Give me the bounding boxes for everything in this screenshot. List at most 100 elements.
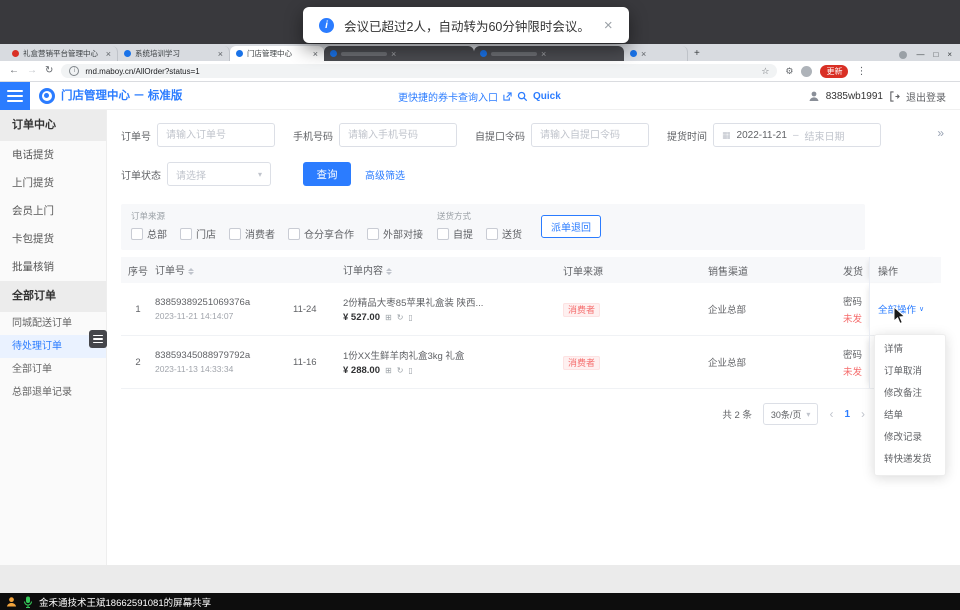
sidebar-item-card-pickup[interactable]: 卡包提货 bbox=[0, 225, 106, 253]
sidebar-section-order-center[interactable]: 订单中心 bbox=[0, 110, 106, 141]
window-close-button[interactable] bbox=[947, 50, 952, 59]
header-order-no[interactable]: 订单号 bbox=[155, 262, 293, 278]
checkbox-icon bbox=[229, 228, 241, 240]
sidebar-item-member-visit[interactable]: 会员上门 bbox=[0, 197, 106, 225]
browser-tab-1[interactable]: 礼盒营销平台管理中心 bbox=[6, 46, 118, 61]
window-maximize-button[interactable] bbox=[933, 50, 938, 59]
sidebar-item-door-pickup[interactable]: 上门提货 bbox=[0, 169, 106, 197]
forward-icon[interactable] bbox=[27, 66, 37, 76]
menu-item-switch-express[interactable]: 转快递发货 bbox=[875, 449, 945, 471]
phone-label: 手机号码 bbox=[293, 128, 333, 143]
tab-close-icon[interactable] bbox=[106, 49, 111, 59]
header-label: 订单内容 bbox=[343, 266, 383, 277]
chevron-down-icon bbox=[258, 170, 262, 179]
sidebar-section-all-orders[interactable]: 全部订单 bbox=[0, 281, 106, 312]
profile-avatar[interactable] bbox=[801, 66, 812, 77]
page-size-select[interactable]: 30条/页 bbox=[763, 403, 819, 425]
pickup-code-label: 自提口令码 bbox=[475, 128, 525, 143]
browser-profile-icon[interactable] bbox=[899, 51, 907, 59]
header-content[interactable]: 订单内容 bbox=[343, 262, 563, 278]
participant-icon bbox=[6, 596, 17, 607]
logout-button[interactable]: 退出登录 bbox=[906, 89, 946, 104]
order-no-text: 83859389251069376a bbox=[155, 297, 287, 308]
window-minimize-button[interactable] bbox=[916, 50, 924, 59]
tab-close-icon[interactable] bbox=[218, 49, 223, 59]
username: 8385wb1991 bbox=[826, 91, 883, 102]
favicon-icon bbox=[630, 50, 637, 57]
url-bar[interactable]: rnd.maboy.cn/AllOrder?status=1 bbox=[61, 64, 777, 78]
sidebar-item-phone-pickup[interactable]: 电话提货 bbox=[0, 141, 106, 169]
browser-tab-dark-2[interactable] bbox=[474, 46, 624, 61]
table-row[interactable]: 2 83859345088979792a 2023-11-13 14:33:34… bbox=[121, 336, 941, 389]
sort-icon[interactable] bbox=[386, 265, 392, 278]
checkbox-hq[interactable]: 总部 bbox=[131, 226, 167, 241]
main-content: 订单号 手机号码 自提口令码 提货时间 2022-11-21 – 结束日期 bbox=[107, 110, 960, 565]
sidebar-item-batch-writeoff[interactable]: 批量核销 bbox=[0, 253, 106, 281]
table-row[interactable]: 1 83859389251069376a 2023-11-21 14:14:07… bbox=[121, 283, 941, 336]
checkbox-external[interactable]: 外部对接 bbox=[367, 226, 423, 241]
tab-title-placeholder bbox=[491, 52, 537, 56]
app-logo bbox=[39, 88, 55, 104]
update-button[interactable]: 更新 bbox=[820, 65, 848, 78]
pickup-date-range-picker[interactable]: 2022-11-21 – 结束日期 bbox=[713, 123, 881, 147]
search-button[interactable]: 查询 bbox=[303, 162, 351, 186]
browser-menu-icon[interactable] bbox=[856, 66, 866, 77]
dispatch-return-button[interactable]: 派单退回 bbox=[541, 215, 601, 238]
date-end-placeholder: 结束日期 bbox=[805, 128, 845, 143]
favicon-icon bbox=[236, 50, 243, 57]
tab-close-icon[interactable] bbox=[641, 49, 646, 59]
cell-pickup-date: 11-24 bbox=[293, 304, 343, 315]
advanced-filter-link[interactable]: 高级筛选 bbox=[365, 167, 405, 182]
browser-tab-2[interactable]: 系统培训学习 bbox=[118, 46, 230, 61]
toast-close-icon[interactable]: × bbox=[604, 17, 613, 34]
tab-close-icon[interactable] bbox=[541, 49, 546, 59]
bookmark-star-icon[interactable] bbox=[761, 66, 769, 77]
new-tab-button[interactable] bbox=[694, 48, 700, 59]
checkbox-store[interactable]: 门店 bbox=[180, 226, 216, 241]
collapse-panel-icon[interactable] bbox=[937, 126, 944, 140]
order-source-label: 订单来源 bbox=[131, 210, 165, 222]
tab-close-icon[interactable] bbox=[313, 49, 318, 59]
pickup-code-input[interactable] bbox=[531, 123, 649, 147]
tab-close-icon[interactable] bbox=[391, 49, 396, 59]
reload-icon[interactable] bbox=[45, 66, 53, 76]
source-filter-panel: 订单来源 总部 门店 消费者 仓分享合作 bbox=[121, 204, 865, 250]
cell-order-no: 83859345088979792a 2023-11-13 14:33:34 bbox=[155, 350, 293, 374]
order-no-input[interactable] bbox=[157, 123, 275, 147]
quick-search-link[interactable]: Quick bbox=[533, 91, 561, 102]
menu-item-change-log[interactable]: 修改记录 bbox=[875, 427, 945, 449]
extensions-icon[interactable] bbox=[785, 66, 793, 77]
browser-tab-dark-1[interactable] bbox=[324, 46, 474, 61]
browser-tab-active[interactable]: 门店管理中心 bbox=[230, 46, 324, 61]
menu-item-cancel-order[interactable]: 订单取消 bbox=[875, 361, 945, 383]
menu-item-settle[interactable]: 结单 bbox=[875, 405, 945, 427]
checkbox-icon bbox=[180, 228, 192, 240]
float-list-tool[interactable] bbox=[89, 330, 107, 348]
logout-icon bbox=[889, 91, 900, 102]
order-status-select[interactable]: 请选择 bbox=[167, 162, 271, 186]
checkbox-consumer[interactable]: 消费者 bbox=[229, 226, 275, 241]
menu-item-edit-remark[interactable]: 修改备注 bbox=[875, 383, 945, 405]
sidebar-item-hq-return-records[interactable]: 总部退单记录 bbox=[0, 381, 106, 404]
header-label: 订单号 bbox=[155, 266, 185, 277]
checkbox-delivery[interactable]: 送货 bbox=[486, 226, 522, 241]
next-page-icon[interactable] bbox=[861, 407, 865, 421]
browser-address-bar: rnd.maboy.cn/AllOrder?status=1 更新 bbox=[0, 61, 960, 82]
site-info-icon[interactable] bbox=[69, 66, 79, 76]
phone-input[interactable] bbox=[339, 123, 457, 147]
checkbox-warehouse-share[interactable]: 仓分享合作 bbox=[288, 226, 354, 241]
prev-page-icon[interactable] bbox=[829, 407, 833, 421]
gift-box-icon bbox=[385, 367, 392, 375]
menu-toggle-button[interactable] bbox=[0, 82, 30, 110]
header-action: 操作 bbox=[869, 257, 941, 283]
checkbox-self-pickup[interactable]: 自提 bbox=[437, 226, 473, 241]
menu-item-detail[interactable]: 详情 bbox=[875, 339, 945, 361]
coupon-query-link[interactable]: 更快捷的券卡查询入口 bbox=[398, 89, 498, 104]
user-icon bbox=[808, 90, 820, 102]
sidebar-item-all-orders[interactable]: 全部订单 bbox=[0, 358, 106, 381]
sort-icon[interactable] bbox=[188, 265, 194, 278]
page-1-button[interactable]: 1 bbox=[844, 409, 850, 420]
select-placeholder: 请选择 bbox=[176, 167, 206, 182]
back-icon[interactable] bbox=[9, 66, 19, 76]
browser-tab-6[interactable] bbox=[624, 46, 688, 61]
